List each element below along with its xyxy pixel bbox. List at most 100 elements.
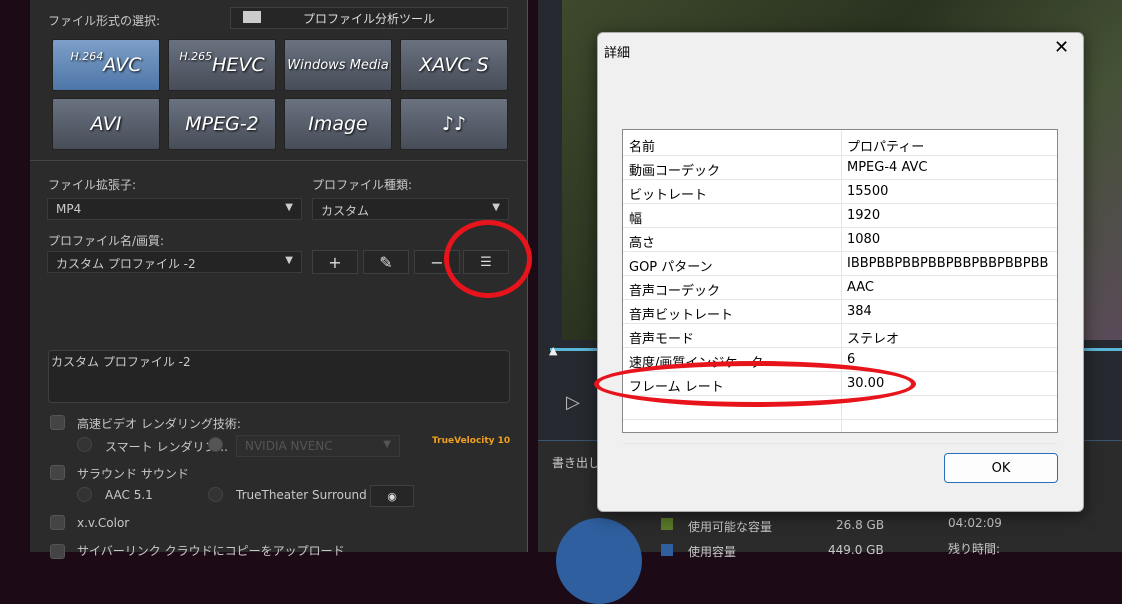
empty-row	[623, 420, 1057, 444]
table-cell: 動画コーデック	[629, 164, 721, 179]
disk-pie-chart	[556, 518, 642, 604]
table-cell: ビットレート	[629, 188, 708, 203]
slider-handle[interactable]: ▲	[549, 344, 557, 357]
codec-sup: H.265	[179, 50, 213, 63]
table-row: 音声モード ステレオ	[623, 324, 1057, 348]
pencil-icon: ✎	[379, 252, 393, 272]
hw-accel-label: 高速ビデオ レンダリング技術:	[77, 417, 241, 431]
truetheater-radio[interactable]	[208, 487, 223, 502]
format-label: AVI	[90, 113, 122, 135]
avail-label: 使用可能な容量	[688, 520, 773, 534]
divider	[30, 160, 528, 161]
truevelocity-logo: TrueVelocity 10	[432, 436, 511, 446]
ext-dropdown[interactable]: MP4 ▼	[47, 198, 302, 220]
gpu-radio[interactable]	[208, 437, 223, 452]
table-row: 音声コーデック AAC	[623, 276, 1057, 300]
surround-label: サラウンド サウンド	[77, 467, 189, 481]
profile-description[interactable]: カスタム プロファイル -2	[48, 350, 510, 403]
ok-button[interactable]: OK	[944, 453, 1058, 483]
table-cell: プロパティー	[847, 140, 925, 155]
pname-label: プロファイル名/画質:	[48, 234, 165, 248]
remaining-label: 残り時間:	[948, 542, 1001, 556]
cloud-upload-label: サイバーリンク クラウドにコピーをアップロード	[77, 544, 345, 558]
table-cell: 384	[847, 304, 872, 319]
ext-label: ファイル拡張子:	[48, 178, 137, 192]
film-icon	[243, 11, 261, 23]
table-cell: 音声ビットレート	[629, 308, 734, 323]
annotation-circle	[444, 220, 532, 298]
format-label: ♪♪	[441, 113, 467, 135]
table-cell: 1920	[847, 208, 881, 223]
format-label: AVC	[103, 54, 142, 76]
format-button[interactable]: Image	[284, 98, 392, 150]
table-cell: AAC	[847, 280, 874, 295]
format-label: HEVC	[212, 54, 265, 76]
format-button[interactable]: MPEG-2	[168, 98, 276, 150]
chevron-down-icon: ▼	[492, 202, 500, 213]
used-swatch	[661, 544, 673, 556]
surround-checkbox[interactable]	[50, 465, 65, 480]
format-label: Windows Media	[287, 57, 389, 73]
close-icon[interactable]: ✕	[1054, 37, 1069, 58]
table-row: 幅 1920	[623, 204, 1057, 228]
details-dialog: 詳細 ✕ 名前 プロパティー動画コーデック MPEG-4 AVC ビットレート 1550…	[597, 32, 1084, 512]
chevron-down-icon: ▼	[383, 439, 391, 450]
avail-value: 26.8 GB	[836, 518, 885, 532]
table-cell: 15500	[847, 184, 889, 199]
table-row: ビットレート 15500	[623, 180, 1057, 204]
pname-dropdown[interactable]: カスタム プロファイル -2 ▼	[47, 251, 302, 273]
table-row: 高さ 1080	[623, 228, 1057, 252]
chevron-down-icon: ▼	[285, 202, 293, 213]
format-button[interactable]: H.265 HEVC	[168, 39, 276, 91]
annotation-ellipse	[594, 361, 916, 407]
codec-sup: H.264	[70, 50, 104, 63]
format-button[interactable]: ♪♪	[400, 98, 508, 150]
hw-accel-checkbox[interactable]	[50, 415, 65, 430]
xvcolor-label: x.v.Color	[77, 516, 130, 530]
format-button[interactable]: Windows Media	[284, 39, 392, 91]
format-label: MPEG-2	[185, 113, 259, 135]
surround-settings-button[interactable]: ◉	[370, 485, 414, 507]
format-button[interactable]: H.264 AVC	[52, 39, 160, 91]
format-button[interactable]: AVI	[52, 98, 160, 150]
table-cell: 1080	[847, 232, 881, 247]
table-cell: GOP パターン	[629, 260, 713, 275]
minus-icon: −	[430, 252, 444, 272]
table-row: 動画コーデック MPEG-4 AVC	[623, 156, 1057, 180]
ptype-dropdown[interactable]: カスタム ▼	[312, 198, 509, 220]
gpu-dropdown[interactable]: NVIDIA NVENC ▼	[236, 435, 400, 457]
aac-radio[interactable]	[77, 487, 92, 502]
dialog-title: 詳細	[604, 46, 631, 61]
smart-render-radio[interactable]	[77, 437, 92, 452]
table-cell: MPEG-4 AVC	[847, 160, 928, 175]
format-label: ファイル形式の選択:	[48, 14, 161, 28]
profile-analyzer-button[interactable]: プロファイル分析ツール	[230, 7, 508, 29]
table-row: GOP パターン IBBPBBPBBPBBPBBPBBPBBPBB	[623, 252, 1057, 276]
xvcolor-checkbox[interactable]	[50, 515, 65, 530]
table-cell: 6	[847, 352, 856, 367]
play-icon[interactable]: ▷	[566, 392, 580, 413]
speaker-icon: ◉	[387, 489, 397, 503]
ptype-label: プロファイル種類:	[312, 178, 413, 192]
table-cell: 幅	[629, 212, 643, 227]
chevron-down-icon: ▼	[285, 255, 293, 266]
format-label: XAVC S	[419, 54, 489, 76]
table-cell: 音声モード	[629, 332, 695, 347]
plus-icon: +	[328, 252, 342, 272]
used-value: 449.0 GB	[828, 543, 884, 557]
truetheater-label: TrueTheater Surround	[236, 488, 367, 502]
table-cell: IBBPBBPBBPBBPBBPBBPBBPBB	[847, 256, 1049, 271]
aac-label: AAC 5.1	[105, 488, 153, 502]
table-cell: ステレオ	[847, 332, 900, 347]
format-button[interactable]: XAVC S	[400, 39, 508, 91]
table-cell: 音声コーデック	[629, 284, 721, 299]
table-row: 音声ビットレート 384	[623, 300, 1057, 324]
elapsed-time: 04:02:09	[948, 516, 1002, 530]
avail-swatch	[661, 518, 673, 530]
table-cell: 高さ	[629, 236, 656, 251]
add-profile-button[interactable]: +	[312, 250, 358, 274]
table-row: 名前 プロパティー	[623, 132, 1057, 156]
edit-profile-button[interactable]: ✎	[363, 250, 409, 274]
format-label: Image	[308, 113, 368, 135]
table-cell: 名前	[629, 140, 656, 155]
